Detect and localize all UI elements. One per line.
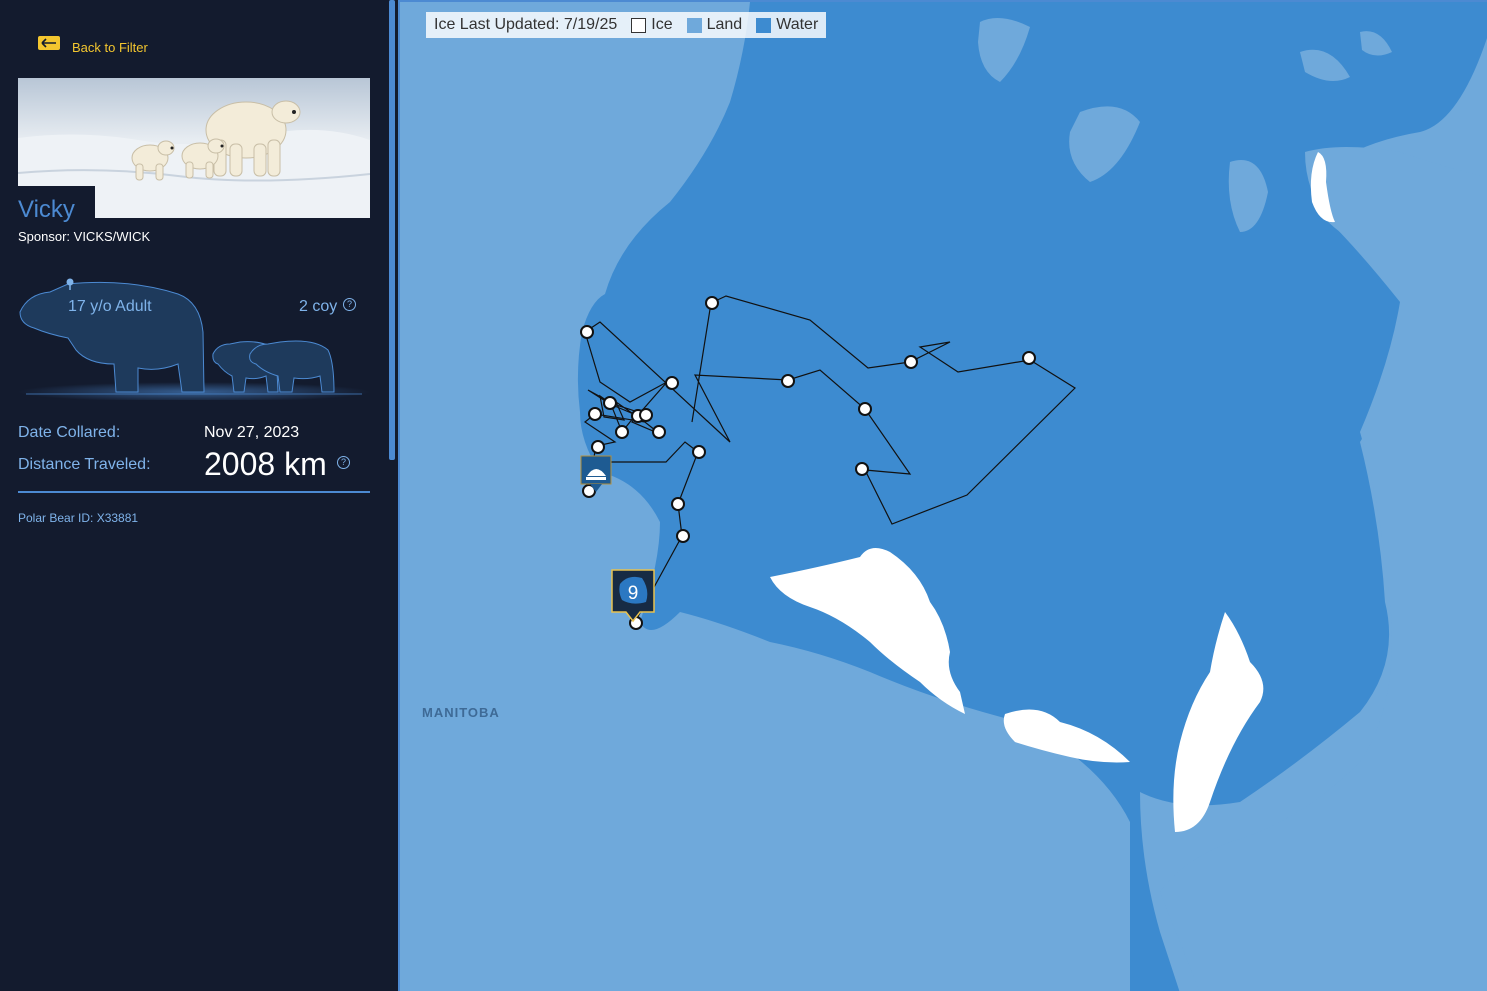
- legend-land: Land: [686, 16, 743, 34]
- track-point[interactable]: [855, 462, 869, 476]
- cubs-of-year-label: 2 coy: [299, 298, 338, 315]
- track-point[interactable]: [603, 396, 617, 410]
- track-point[interactable]: [1022, 351, 1036, 365]
- track-point[interactable]: [904, 355, 918, 369]
- distance-help-icon[interactable]: ?: [337, 456, 350, 469]
- bear-family-graphic: [18, 272, 370, 402]
- track-point[interactable]: [665, 376, 679, 390]
- back-to-filter-label[interactable]: Back to Filter: [72, 40, 148, 55]
- bear-name: Vicky: [18, 196, 75, 223]
- water-swatch: [756, 17, 772, 33]
- sponsor-text: Sponsor: VICKS/WICK: [18, 229, 151, 244]
- map-legend: Ice Last Updated: 7/19/25 Ice Land Water: [426, 12, 827, 38]
- track-point[interactable]: [652, 425, 666, 439]
- map-view[interactable]: 9 Ice Last Updated: 7/19/25 Ice Land Wat…: [398, 0, 1487, 991]
- coy-help-icon[interactable]: ?: [343, 298, 356, 311]
- scrollbar-thumb[interactable]: [389, 0, 395, 460]
- track-point[interactable]: [676, 529, 690, 543]
- land-swatch: [686, 17, 702, 33]
- track-point[interactable]: [858, 402, 872, 416]
- date-collared-label: Date Collared:: [18, 424, 121, 441]
- legend-ice-label: Ice: [651, 16, 673, 33]
- app: Back to Filter Vicky Sponsor: VICKS/WICK…: [0, 0, 1487, 991]
- track-point[interactable]: [615, 425, 629, 439]
- divider: [18, 491, 370, 493]
- ice-last-updated: Ice Last Updated: 7/19/25: [434, 16, 618, 33]
- ice-swatch: [631, 17, 647, 33]
- distance-traveled-label: Distance Traveled:: [18, 456, 151, 473]
- sidebar-scrollbar[interactable]: [388, 0, 398, 991]
- back-arrow-icon: [38, 36, 60, 50]
- region-label-manitoba: MANITOBA: [422, 705, 500, 720]
- legend-water: Water: [756, 16, 818, 34]
- bear-age-label: 17 y/o Adult: [68, 298, 152, 315]
- track-point[interactable]: [705, 296, 719, 310]
- track-point[interactable]: [580, 325, 594, 339]
- legend-ice: Ice: [631, 16, 673, 34]
- distance-traveled-value: 2008 km: [204, 446, 327, 482]
- polar-bear-id: Polar Bear ID: X33881: [18, 511, 139, 525]
- track-point[interactable]: [671, 497, 685, 511]
- date-collared-value: Nov 27, 2023: [204, 424, 300, 441]
- track-point[interactable]: [588, 407, 602, 421]
- bear-profile-sidebar: Back to Filter Vicky Sponsor: VICKS/WICK…: [0, 0, 388, 991]
- track-point[interactable]: [591, 440, 605, 454]
- legend-land-label: Land: [706, 16, 743, 33]
- cluster-count: 9: [628, 583, 639, 604]
- track-point[interactable]: [692, 445, 706, 459]
- track-point[interactable]: [781, 374, 795, 388]
- back-to-filter-link[interactable]: Back to Filter: [38, 36, 148, 55]
- map-canvas[interactable]: 9: [400, 2, 1487, 991]
- track-point[interactable]: [639, 408, 653, 422]
- legend-water-label: Water: [776, 16, 819, 33]
